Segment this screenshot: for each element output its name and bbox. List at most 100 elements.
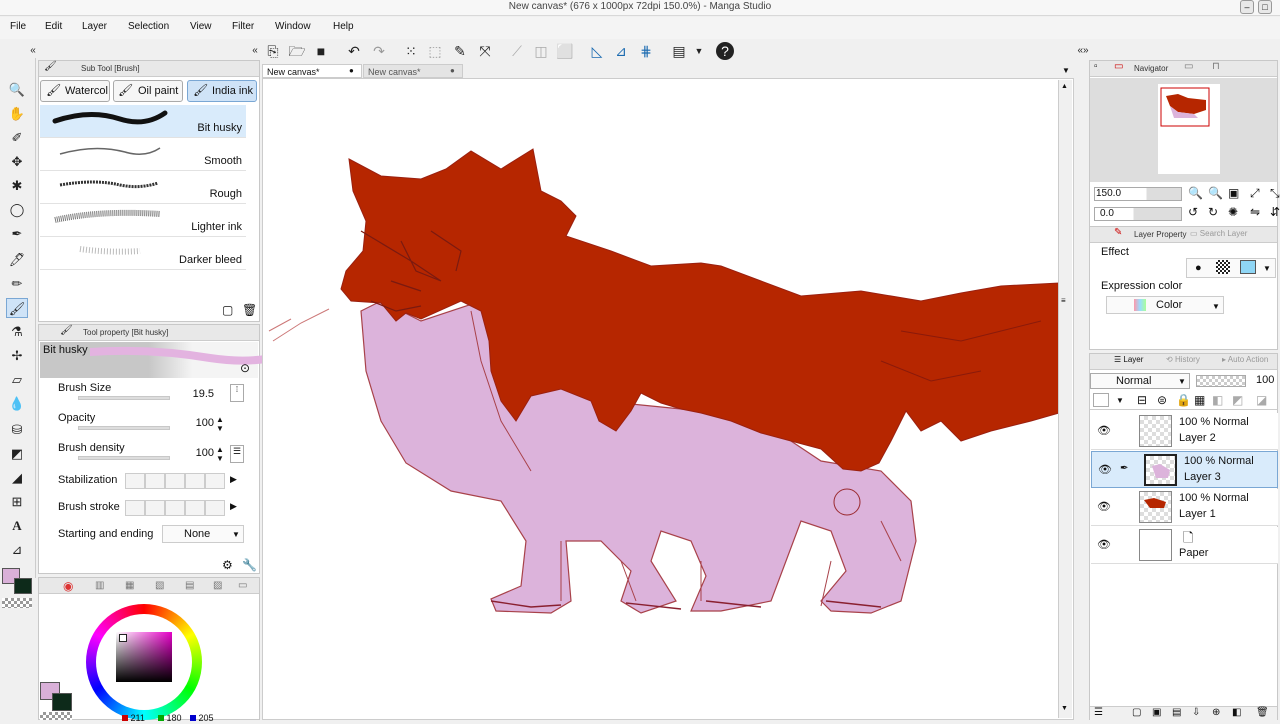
- brush-item-smooth[interactable]: Smooth: [40, 138, 246, 171]
- crop-icon[interactable]: ⬚: [426, 42, 444, 60]
- layer-row-paper[interactable]: 👁 🗋 Paper: [1091, 527, 1278, 564]
- brush-item-darker-bleed[interactable]: Darker bleed: [40, 237, 246, 270]
- color-set-tab-icon[interactable]: ▧: [155, 580, 164, 591]
- layer-row-layer-3[interactable]: 👁 ✒ 100 % Normal Layer 3: [1091, 451, 1278, 488]
- opacity-value[interactable]: 100: [180, 417, 214, 429]
- chevron-down-icon[interactable]: ▼: [1263, 264, 1271, 273]
- zoom-out-icon[interactable]: 🔍: [1188, 186, 1203, 200]
- approximate-color-tab-icon[interactable]: ▦: [125, 580, 134, 591]
- brush-size-menu-icon[interactable]: ⁞: [230, 384, 244, 402]
- text-icon[interactable]: A: [6, 516, 28, 536]
- menu-filter[interactable]: Filter: [232, 21, 254, 32]
- sub-view-icon[interactable]: ▭: [1184, 61, 1193, 72]
- create-mask-icon[interactable]: ◧: [1232, 707, 1241, 718]
- border-effect-icon[interactable]: ●: [1195, 262, 1202, 274]
- combine-icon[interactable]: ⊕: [1212, 707, 1220, 718]
- mask-icon[interactable]: ◧: [1212, 393, 1223, 407]
- layer-row-layer-1[interactable]: 👁 100 % Normal Layer 1: [1091, 489, 1278, 526]
- hand-icon[interactable]: ✋: [6, 104, 28, 124]
- minimize-icon[interactable]: –: [1240, 0, 1254, 14]
- open-file-icon[interactable]: 🗁: [288, 42, 306, 60]
- new-vector-layer-icon[interactable]: ▣: [1152, 707, 1161, 718]
- scroll-up-icon[interactable]: ▲: [1061, 83, 1068, 90]
- menu-edit[interactable]: Edit: [45, 21, 62, 32]
- redo-icon[interactable]: ↷: [370, 42, 388, 60]
- actual-size-icon[interactable]: ▣: [1228, 186, 1239, 200]
- perspective-icon[interactable]: ⊿: [612, 42, 630, 60]
- lasso-icon[interactable]: ◯: [6, 200, 28, 220]
- brush-icon[interactable]: 🖌: [6, 298, 28, 318]
- menu-file[interactable]: File: [10, 21, 26, 32]
- brush-size-slider[interactable]: [78, 396, 170, 400]
- canvas[interactable]: [262, 78, 1074, 720]
- flip-vertical-icon[interactable]: ⇵: [1270, 205, 1280, 219]
- chevron-right-icon[interactable]: ▶: [230, 501, 237, 512]
- scroll-thumb-icon[interactable]: ≡: [1061, 296, 1066, 305]
- selection-icon[interactable]: ⬜: [556, 42, 574, 60]
- menu-view[interactable]: View: [190, 21, 212, 32]
- layer-row-layer-2[interactable]: 👁 100 % Normal Layer 2: [1091, 413, 1278, 450]
- brush-stroke-steps[interactable]: [125, 500, 225, 516]
- opacity-slider[interactable]: [78, 426, 170, 430]
- move-icon[interactable]: ✥: [6, 152, 28, 172]
- color-panel-menu-icon[interactable]: ▭: [238, 580, 247, 591]
- reset-rotation-icon[interactable]: ✺: [1228, 205, 1238, 219]
- palette-icon[interactable]: ◪: [1256, 393, 1267, 407]
- zoom-preview-icon[interactable]: ⊙: [240, 361, 250, 375]
- decoration-icon[interactable]: ✢: [6, 346, 28, 366]
- transfer-down-icon[interactable]: ⇩: [1192, 707, 1200, 718]
- new-file-icon[interactable]: ⎘: [264, 42, 282, 60]
- collapse-right-icon[interactable]: «»: [1074, 42, 1092, 60]
- figure-icon[interactable]: ◢: [6, 468, 28, 488]
- visibility-eye-icon[interactable]: 👁: [1097, 424, 1111, 437]
- menu-layer[interactable]: Layer: [82, 21, 107, 32]
- clipping-icon[interactable]: ⊟: [1137, 393, 1147, 407]
- tab-dot-icon[interactable]: ●: [349, 66, 354, 75]
- sub-color-chip[interactable]: [52, 693, 72, 711]
- density-stepper-icon[interactable]: ▲ ▼: [216, 445, 224, 463]
- brush-item-bit-husky[interactable]: Bit husky: [40, 105, 246, 138]
- chevron-down-icon[interactable]: ▼: [1116, 396, 1124, 405]
- search-layer-tab[interactable]: ▭ Search Layer: [1190, 229, 1247, 238]
- tone-effect-icon[interactable]: [1216, 260, 1230, 274]
- transform-icon[interactable]: ⤧: [476, 42, 494, 60]
- create-subtool-icon[interactable]: ▢: [222, 303, 233, 317]
- visibility-eye-icon[interactable]: 👁: [1098, 463, 1112, 476]
- airbrush-icon[interactable]: ⚗: [6, 322, 28, 342]
- display-menu-icon[interactable]: ▤: [670, 42, 688, 60]
- rotate-right-icon[interactable]: ↻: [1208, 205, 1218, 219]
- undo-icon[interactable]: ↶: [345, 42, 363, 60]
- grid-icon[interactable]: ⋕: [637, 42, 655, 60]
- reference-layer-icon[interactable]: ⊜: [1157, 393, 1167, 407]
- menu-help[interactable]: Help: [333, 21, 354, 32]
- layer-color-swatch[interactable]: [1093, 393, 1109, 407]
- rotate-left-icon[interactable]: ↺: [1188, 205, 1198, 219]
- tab-history[interactable]: ⟲ History: [1166, 355, 1200, 364]
- brush-density-slider[interactable]: [78, 456, 170, 460]
- layer-color-icon[interactable]: [1240, 260, 1256, 274]
- menu-window[interactable]: Window: [275, 21, 311, 32]
- brush-item-rough[interactable]: Rough: [40, 171, 246, 204]
- scroll-down-icon[interactable]: ▼: [1061, 705, 1068, 712]
- flip-horizontal-icon[interactable]: ⇋: [1250, 205, 1260, 219]
- fill-selection-icon[interactable]: ◫: [532, 42, 550, 60]
- visibility-eye-icon[interactable]: 👁: [1097, 538, 1111, 551]
- fit-icon[interactable]: ⤢: [1250, 186, 1260, 201]
- transparent-swatch[interactable]: [2, 598, 32, 608]
- tab-layer[interactable]: ☰ Layer: [1114, 355, 1143, 364]
- save-icon[interactable]: ■: [312, 42, 330, 60]
- magic-wand-icon[interactable]: ✱: [6, 176, 28, 196]
- density-menu-icon[interactable]: ☰: [230, 445, 244, 463]
- navigator-thumbnail[interactable]: [1158, 84, 1220, 174]
- lock-icon[interactable]: 🔒: [1176, 393, 1191, 407]
- ruler-icon[interactable]: ◺: [588, 42, 606, 60]
- tab-auto-action[interactable]: ▸ Auto Action: [1222, 355, 1268, 364]
- info-icon[interactable]: ⊓: [1212, 61, 1220, 72]
- new-raster-layer-icon[interactable]: ▢: [1132, 707, 1141, 718]
- brush-density-value[interactable]: 100: [180, 447, 214, 459]
- sub-color-swatch[interactable]: [14, 578, 32, 594]
- canvas-vertical-scrollbar[interactable]: [1058, 80, 1072, 718]
- transparent-chip[interactable]: [40, 712, 72, 720]
- fill-bucket-icon[interactable]: ⛁: [6, 420, 28, 440]
- pen-icon[interactable]: 🖊: [6, 250, 28, 270]
